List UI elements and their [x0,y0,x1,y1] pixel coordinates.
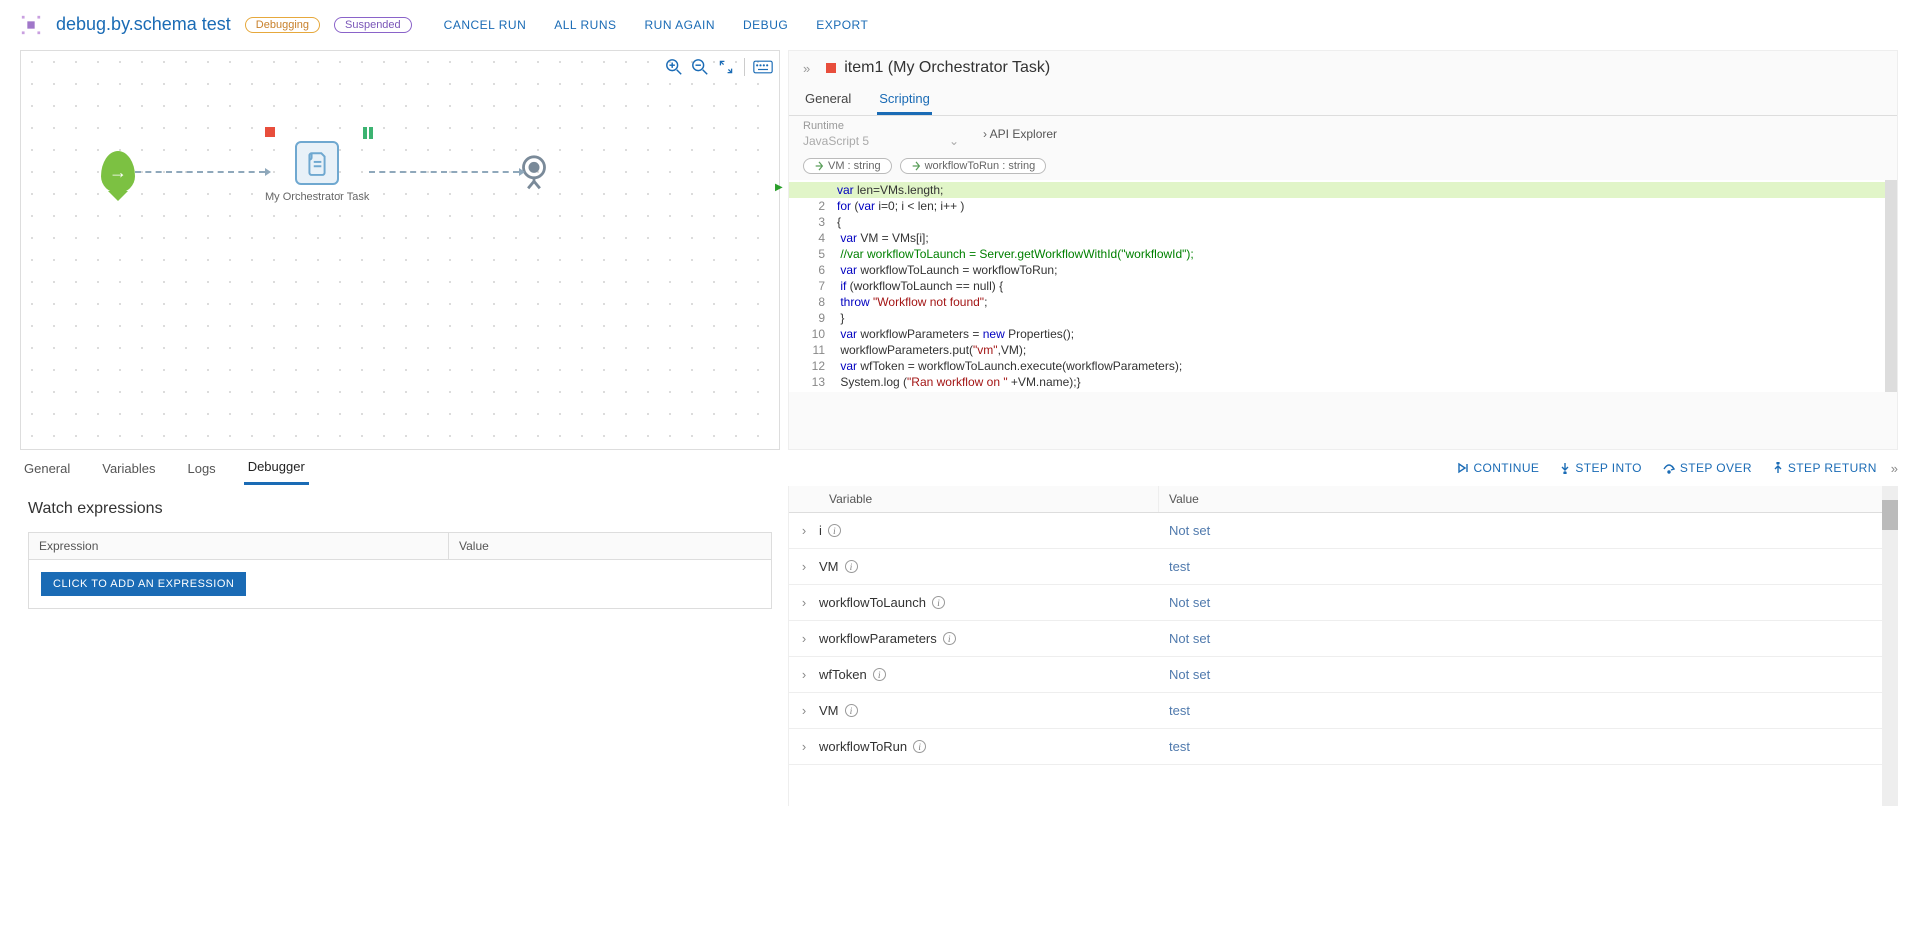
runtime-label: Runtime [803,120,963,132]
tab-scripting[interactable]: Scripting [877,85,932,115]
variable-row[interactable]: › workflowToLaunch i Not set [789,585,1882,621]
expand-row-icon[interactable]: › [789,559,819,574]
info-icon[interactable]: i [828,524,841,537]
collapse-chevrons-icon[interactable]: » [1891,461,1898,476]
watch-title: Watch expressions [28,500,772,518]
run-again-button[interactable]: RUN AGAIN [645,18,716,32]
variable-name: i i [819,523,1159,538]
add-expression-button[interactable]: CLICK TO ADD AN EXPRESSION [41,572,246,596]
status-badge-suspended: Suspended [334,17,412,33]
watch-panel: Watch expressions Expression Value CLICK… [20,486,780,806]
tab-logs-bottom[interactable]: Logs [183,453,219,484]
current-line-marker-icon: ▶ [775,182,783,193]
watch-table: Expression Value CLICK TO ADD AN EXPRESS… [28,532,772,609]
info-icon[interactable]: i [845,560,858,573]
all-runs-button[interactable]: ALL RUNS [554,18,616,32]
details-panel: » item1 (My Orchestrator Task) General S… [788,50,1898,450]
zoom-in-icon[interactable] [664,57,684,77]
variable-row[interactable]: › VM i test [789,549,1882,585]
workflow-canvas[interactable]: → My Orchestrator Task [20,50,780,450]
variable-name: VM i [819,559,1159,574]
variable-row[interactable]: › wfToken i Not set [789,657,1882,693]
debug-button[interactable]: DEBUG [743,18,788,32]
variable-value: test [1159,703,1190,718]
connector [135,171,265,173]
tab-general-bottom[interactable]: General [20,453,74,484]
variable-row[interactable]: › i i Not set [789,513,1882,549]
expand-row-icon[interactable]: › [789,667,819,682]
expand-row-icon[interactable]: › [789,739,819,754]
bottom-tabs: General Variables Logs Debugger CONTINUE… [0,450,1918,486]
variable-value: test [1159,559,1190,574]
info-icon[interactable]: i [873,668,886,681]
watch-col-expression: Expression [29,533,449,559]
vars-col-variable: Variable [819,486,1159,512]
param-pill-vm[interactable]: VM : string [803,158,892,174]
step-into-button[interactable]: STEP INTO [1559,461,1642,475]
runtime-select[interactable]: JavaScript 5⌄ [803,134,963,148]
fit-screen-icon[interactable] [716,57,736,77]
variable-name: workflowParameters i [819,631,1159,646]
variable-row[interactable]: › workflowToRun i test [789,729,1882,765]
task-label: My Orchestrator Task [265,191,369,203]
vars-col-value: Value [1159,486,1209,512]
variables-panel: Variable Value › i i Not set› VM i test›… [788,486,1898,806]
variable-value: Not set [1159,667,1210,682]
chevron-down-icon: ⌄ [949,134,959,148]
variable-name: VM i [819,703,1159,718]
info-icon[interactable]: i [943,632,956,645]
variable-value: test [1159,739,1190,754]
variable-row[interactable]: › VM i test [789,693,1882,729]
tab-debugger-bottom[interactable]: Debugger [244,451,309,485]
variable-value: Not set [1159,631,1210,646]
variable-name: workflowToRun i [819,739,1159,754]
api-explorer-link[interactable]: › API Explorer [983,127,1057,141]
expand-row-icon[interactable]: › [789,595,819,610]
task-node[interactable]: My Orchestrator Task [265,141,369,203]
variable-value: Not set [1159,595,1210,610]
header-bar: debug.by.schema test Debugging Suspended… [0,0,1918,50]
export-button[interactable]: EXPORT [816,18,868,32]
info-icon[interactable]: i [845,704,858,717]
status-badge-debugging: Debugging [245,17,320,33]
breakpoint-indicator-icon [826,63,836,73]
variable-value: Not set [1159,523,1210,538]
step-over-button[interactable]: STEP OVER [1662,461,1752,475]
connector [369,171,519,173]
watch-col-value: Value [449,533,499,559]
app-logo-icon [20,14,42,36]
running-marker-icon [361,127,369,139]
zoom-out-icon[interactable] [690,57,710,77]
collapse-panel-icon[interactable]: » [803,61,810,76]
step-return-button[interactable]: STEP RETURN [1772,461,1877,475]
keyboard-icon[interactable] [753,57,773,77]
param-pill-workflow[interactable]: workflowToRun : string [900,158,1047,174]
expand-row-icon[interactable]: › [789,631,819,646]
code-scrollbar[interactable] [1885,180,1897,392]
variable-name: wfToken i [819,667,1159,682]
panel-title: item1 (My Orchestrator Task) [844,59,1050,77]
cancel-run-button[interactable]: CANCEL RUN [444,18,527,32]
continue-button[interactable]: CONTINUE [1457,461,1539,475]
expand-row-icon[interactable]: › [789,523,819,538]
line-gutter: 12345678910111213 [789,180,833,392]
expand-row-icon[interactable]: › [789,703,819,718]
script-task-icon [295,141,339,185]
code-editor[interactable]: ▶ 12345678910111213 var len=VMs.length; … [789,180,1897,392]
workflow-title: debug.by.schema test [56,14,231,35]
start-node[interactable]: → [101,151,135,193]
breakpoint-icon [265,127,275,137]
info-icon[interactable]: i [913,740,926,753]
variable-row[interactable]: › workflowParameters i Not set [789,621,1882,657]
tab-general[interactable]: General [803,85,853,115]
variable-name: workflowToLaunch i [819,595,1159,610]
info-icon[interactable]: i [932,596,945,609]
canvas-toolbar [664,57,773,77]
tab-variables-bottom[interactable]: Variables [98,453,159,484]
vars-scrollbar[interactable] [1882,486,1898,806]
header-actions: CANCEL RUN ALL RUNS RUN AGAIN DEBUG EXPO… [444,18,869,32]
